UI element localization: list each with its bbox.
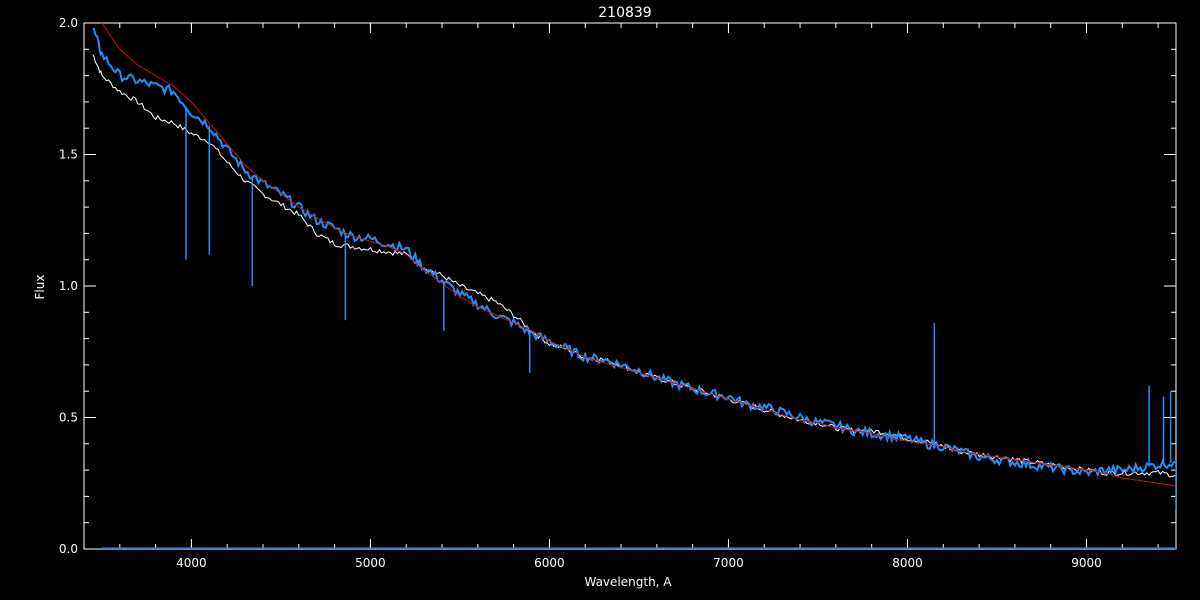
x-tick-label: 4000 — [176, 556, 207, 570]
x-tick-label: 9000 — [1071, 556, 1102, 570]
y-tick-label: 1.0 — [59, 279, 78, 293]
x-tick-label: 7000 — [713, 556, 744, 570]
x-tick-label: 5000 — [355, 556, 386, 570]
series-line-3 — [101, 23, 1176, 487]
y-tick-label: 1.5 — [59, 148, 78, 162]
series-line-1 — [92, 54, 1176, 478]
chart-title: 210839 — [598, 5, 651, 21]
plot-area: 4000 5000 6000 7000 8000 9000 0.0 0.5 1.0 1.5 2.0 — [59, 16, 1177, 570]
y-tick-label: 0.0 — [59, 542, 78, 556]
y-axis-label: Flux — [33, 275, 47, 300]
y-tick-label: 0.5 — [59, 411, 78, 425]
plot-frame — [83, 22, 1177, 550]
series-line-2 — [92, 27, 1176, 478]
x-axis-label: Wavelength, A — [584, 575, 672, 589]
x-tick-label: 6000 — [534, 556, 565, 570]
y-tick-label: 2.0 — [59, 16, 78, 30]
spectrum-chart: 210839 Wavelength, A Flux 4000 5000 6000 70… — [33, 5, 1177, 589]
x-tick-label: 8000 — [892, 556, 923, 570]
